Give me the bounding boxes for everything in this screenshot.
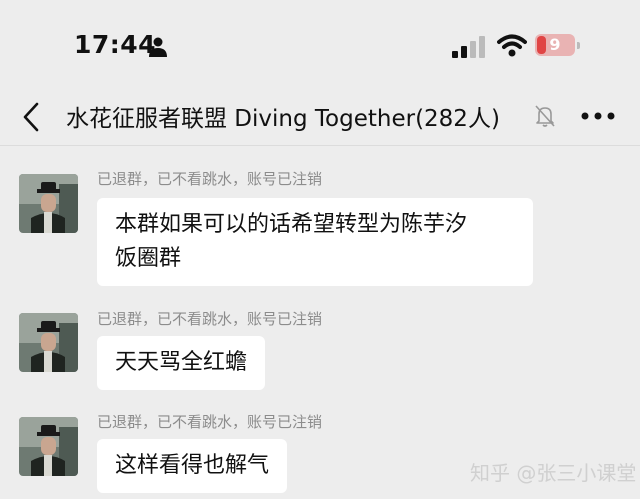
sender-name: 已退群，已不看跳水，账号已注销 <box>97 413 323 431</box>
back-arrow-icon[interactable] <box>18 100 44 134</box>
more-options-icon[interactable] <box>580 110 616 122</box>
status-time: 17:44 <box>74 30 157 59</box>
mute-bell-icon <box>535 105 555 127</box>
battery-indicator: 9 <box>535 34 580 56</box>
avatar[interactable] <box>19 174 78 233</box>
person-icon <box>149 37 167 57</box>
status-bar: 17:44 9 <box>0 0 640 90</box>
sender-name: 已退群，已不看跳水，账号已注销 <box>97 170 323 188</box>
watermark: 知乎 @张三小课堂 <box>470 461 637 485</box>
message-text-line: 本群如果可以的话希望转型为陈芋汐 <box>115 212 468 237</box>
message-bubble[interactable]: 天天骂全红蟾 <box>97 336 266 390</box>
message-text-line: 饭圈群 <box>115 246 182 271</box>
avatar[interactable] <box>19 313 78 372</box>
chat-title: 水花征服者联盟 Diving Together(282人) <box>66 106 500 132</box>
message-text-line: 天天骂全红蟾 <box>115 350 248 375</box>
battery-cap <box>577 42 580 49</box>
message-bubble[interactable]: 这样看得也解气 <box>97 439 288 493</box>
sender-name: 已退群，已不看跳水，账号已注销 <box>97 310 323 328</box>
message-bubble[interactable]: 本群如果可以的话希望转型为陈芋汐 饭圈群 <box>97 198 533 286</box>
signal-icon <box>452 36 485 58</box>
wifi-icon <box>497 34 527 57</box>
avatar[interactable] <box>19 417 78 476</box>
message-text-line: 这样看得也解气 <box>115 453 270 478</box>
chat-header: 水花征服者联盟 Diving Together(282人) <box>0 90 640 146</box>
battery-percent: 9 <box>549 35 561 54</box>
